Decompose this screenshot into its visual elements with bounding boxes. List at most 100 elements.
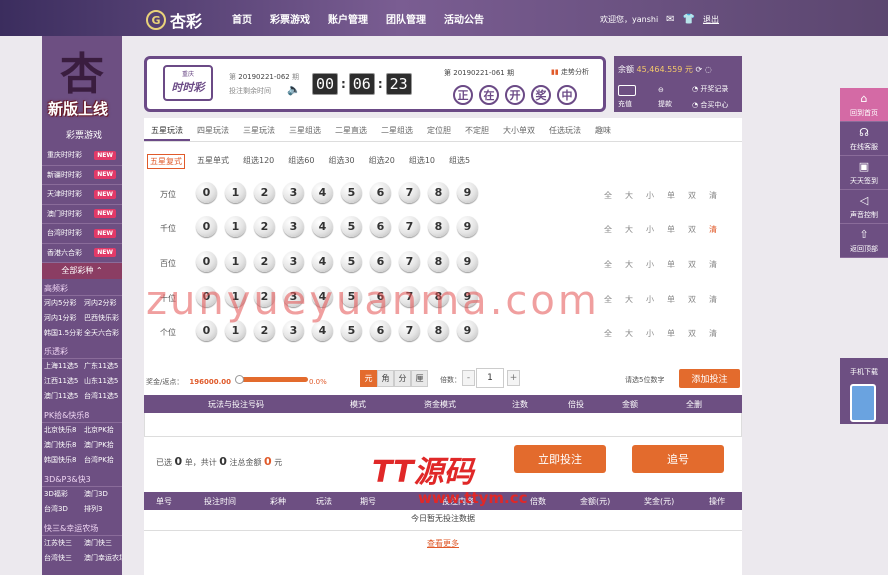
unit-li[interactable]: 厘 (411, 370, 428, 387)
rail-sound-button[interactable]: ◁ 声音控制 (840, 190, 888, 224)
nav-account[interactable]: 账户管理 (328, 11, 368, 26)
subtab[interactable]: 五星复式 (147, 154, 185, 169)
trend-analysis-link[interactable]: ▮▮ 走势分析 (551, 67, 589, 77)
number-ball[interactable]: 8 (428, 216, 449, 237)
nav-team[interactable]: 团队管理 (386, 11, 426, 26)
game-link[interactable]: 北京快乐8 (42, 423, 82, 438)
quick-select-option[interactable]: 双 (688, 190, 696, 201)
game-link[interactable]: 澳门11选5 (42, 389, 82, 404)
quick-select-option[interactable]: 大 (625, 190, 633, 201)
number-ball[interactable]: 6 (370, 251, 391, 272)
number-ball[interactable]: 1 (225, 216, 246, 237)
quick-select-option[interactable]: 小 (646, 259, 654, 270)
shirt-icon[interactable]: 👕 (683, 14, 695, 25)
add-bet-button[interactable]: 添加投注 (679, 369, 740, 388)
game-link[interactable]: 澳门幸运农场 (82, 551, 122, 566)
mail-icon[interactable]: ✉ (666, 14, 674, 25)
help-link[interactable]: ◔ 合买中心 (692, 100, 728, 110)
quick-select-option[interactable]: 清 (709, 294, 717, 305)
rail-support-button[interactable]: ☊ 在线客服 (840, 122, 888, 156)
number-ball[interactable]: 0 (196, 251, 217, 272)
game-link[interactable]: 河内1分彩 (42, 311, 82, 326)
multiplier-input[interactable]: 1 (476, 368, 504, 388)
game-link[interactable]: 北京PK拾 (82, 423, 122, 438)
tab-big-small[interactable]: 大小单双 (496, 118, 542, 141)
number-ball[interactable]: 3 (283, 216, 304, 237)
quick-select-option[interactable]: 单 (667, 259, 675, 270)
tab-two-star-group[interactable]: 二星组选 (374, 118, 420, 141)
game-link[interactable]: 澳门快三 (82, 536, 122, 551)
game-link[interactable]: 3D福彩 (42, 487, 82, 502)
game-link[interactable]: 韩国快乐8 (42, 453, 82, 468)
quick-select-option[interactable]: 全 (604, 190, 612, 201)
number-ball[interactable]: 3 (283, 251, 304, 272)
game-link[interactable]: 全天六合彩 (82, 326, 122, 341)
subtab[interactable]: 组选120 (241, 154, 276, 169)
eye-icon[interactable]: ◌ (705, 65, 712, 74)
quick-select-option[interactable]: 单 (667, 294, 675, 305)
game-link[interactable]: 澳门快乐8 (42, 438, 82, 453)
quick-select-option[interactable]: 小 (646, 224, 654, 235)
hot-game-item[interactable]: 重庆时时彩 NEW (42, 146, 122, 166)
game-link[interactable]: 排列3 (82, 502, 122, 517)
game-link[interactable]: 江苏快三 (42, 536, 82, 551)
tab-three-star-group[interactable]: 三星组选 (282, 118, 328, 141)
view-more-link[interactable]: 查看更多 (144, 538, 742, 549)
rail-top-button[interactable]: ⇧ 返回顶部 (840, 224, 888, 258)
number-ball[interactable]: 8 (428, 251, 449, 272)
number-ball[interactable]: 1 (225, 182, 246, 203)
tab-three-star[interactable]: 三星玩法 (236, 118, 282, 141)
number-ball[interactable]: 5 (341, 251, 362, 272)
delete-all-button[interactable]: 全删 (686, 399, 702, 410)
quick-select-option[interactable]: 双 (688, 294, 696, 305)
tab-position[interactable]: 定位胆 (420, 118, 458, 141)
rail-home-button[interactable]: ⌂ 回到首页 (840, 88, 888, 122)
number-ball[interactable]: 2 (254, 216, 275, 237)
game-link[interactable]: 上海11选5 (42, 359, 82, 374)
number-ball[interactable]: 9 (457, 216, 478, 237)
quick-select-option[interactable]: 全 (604, 259, 612, 270)
withdraw-button[interactable]: 提款 (658, 99, 672, 109)
nav-home[interactable]: 首页 (232, 11, 252, 26)
quick-select-option[interactable]: 清 (709, 224, 717, 235)
multiplier-decrease[interactable]: - (462, 370, 475, 386)
mobile-download[interactable]: 手机下载 (840, 358, 888, 424)
hot-game-item[interactable]: 新疆时时彩 NEW (42, 166, 122, 185)
number-ball[interactable]: 7 (399, 216, 420, 237)
number-ball[interactable]: 4 (312, 182, 333, 203)
game-link[interactable]: 江西11选5 (42, 374, 82, 389)
nav-announcements[interactable]: 活动公告 (444, 11, 484, 26)
unit-jiao[interactable]: 角 (377, 370, 394, 387)
tab-four-star[interactable]: 四星玩法 (190, 118, 236, 141)
tab-five-star[interactable]: 五星玩法 (144, 118, 190, 141)
number-ball[interactable]: 9 (457, 251, 478, 272)
number-ball[interactable]: 8 (428, 182, 449, 203)
number-ball[interactable]: 1 (225, 251, 246, 272)
number-ball[interactable]: 0 (196, 182, 217, 203)
quick-select-option[interactable]: 全 (604, 224, 612, 235)
game-link[interactable]: 巴西快乐彩 (82, 311, 122, 326)
game-link[interactable]: 韩国1.5分彩 (42, 326, 82, 341)
number-ball[interactable]: 3 (283, 182, 304, 203)
hot-game-item[interactable]: 台湾时时彩 NEW (42, 224, 122, 244)
quick-select-option[interactable]: 双 (688, 259, 696, 270)
game-link[interactable]: 澳门3D (82, 487, 122, 502)
number-ball[interactable]: 7 (399, 251, 420, 272)
game-link[interactable]: 广东11选5 (82, 359, 122, 374)
refresh-icon[interactable]: ⟳ (695, 65, 702, 74)
quick-select-option[interactable]: 小 (646, 190, 654, 201)
number-ball[interactable]: 2 (254, 251, 275, 272)
quick-select-option[interactable]: 小 (646, 294, 654, 305)
game-link[interactable]: 河内2分彩 (82, 296, 122, 311)
logout-link[interactable]: 退出 (703, 14, 719, 25)
quick-select-option[interactable]: 全 (604, 328, 612, 339)
tab-fun[interactable]: 趣味 (588, 118, 618, 141)
subtab[interactable]: 五星单式 (195, 154, 231, 169)
tab-optional[interactable]: 任选玩法 (542, 118, 588, 141)
slider-handle[interactable] (235, 375, 244, 384)
quick-select-option[interactable]: 大 (625, 224, 633, 235)
subtab[interactable]: 组选5 (447, 154, 472, 169)
hot-game-item[interactable]: 天津时时彩 NEW (42, 185, 122, 205)
rail-signin-button[interactable]: ▣ 天天签到 (840, 156, 888, 190)
tab-two-star-direct[interactable]: 二星直选 (328, 118, 374, 141)
